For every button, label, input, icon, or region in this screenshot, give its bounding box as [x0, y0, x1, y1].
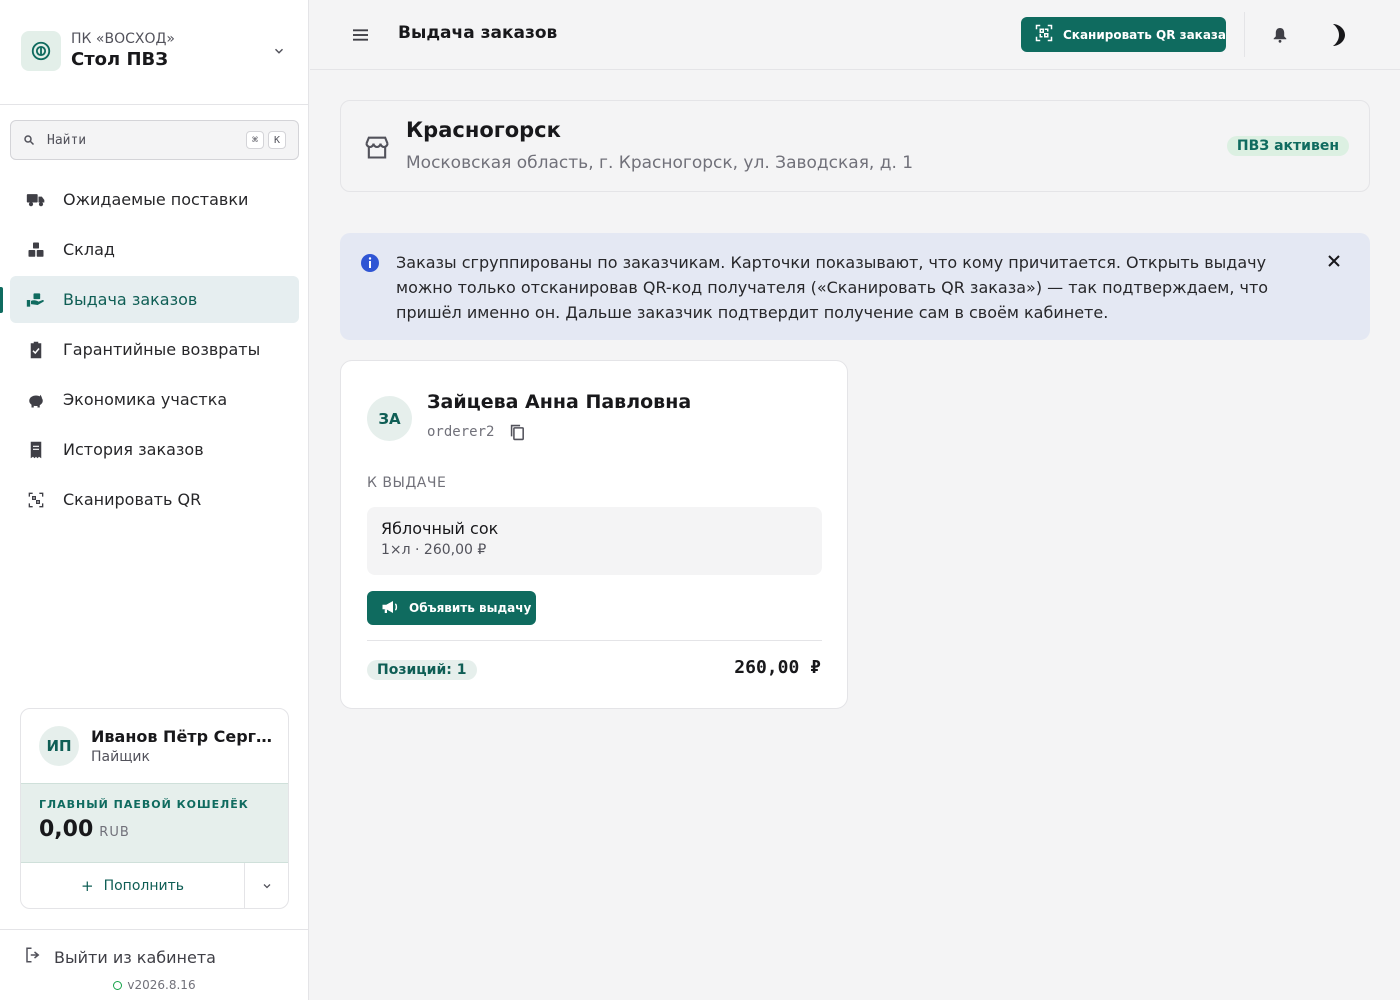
chevron-down-icon[interactable] — [269, 41, 289, 61]
truck-icon — [26, 190, 46, 210]
megaphone-icon — [381, 599, 399, 618]
hand-package-icon — [26, 290, 46, 310]
version-text: v2026.8.16 — [127, 978, 196, 992]
positions-badge: Позиций: 1 — [367, 660, 477, 680]
item-name: Яблочный сок — [381, 519, 499, 538]
shortcut-mod-key: ⌘ — [246, 131, 264, 149]
sidebar-item-label: Экономика участка — [63, 390, 228, 409]
status-badge: ПВЗ активен — [1226, 136, 1349, 156]
info-banner-text: Заказы сгруппированы по заказчикам. Карт… — [396, 253, 1269, 322]
wallet-balance: 0,00 — [39, 817, 94, 842]
piggy-bank-icon — [26, 390, 46, 410]
sidebar-item-label: Гарантийные возвраты — [63, 340, 261, 359]
info-icon — [360, 253, 380, 273]
pickup-point-address: Московская область, г. Красногорск, ул. … — [406, 153, 914, 173]
wallet-label: ГЛАВНЫЙ ПАЕВОЙ КОШЕЛЁК — [39, 798, 249, 811]
store-icon — [363, 133, 391, 161]
search-input[interactable]: Найти ⌘ K — [10, 120, 299, 160]
topup-label: Пополнить — [103, 878, 184, 894]
search-placeholder: Найти — [47, 132, 87, 148]
sidebar-item-label: Сканировать QR — [63, 490, 202, 509]
org-logo-icon — [21, 31, 61, 71]
customer-order-card: ЗА Зайцева Анна Павловна orderer2 К ВЫДА… — [340, 360, 848, 709]
sidebar-item-site-economics[interactable]: Экономика участка — [10, 376, 299, 423]
order-total: 260,00 ₽ — [734, 657, 821, 678]
user-name: Иванов Пётр Сергеевич — [91, 727, 281, 746]
org-title: Стол ПВЗ — [71, 49, 169, 70]
qr-scan-icon — [26, 490, 46, 510]
avatar: ИП — [39, 726, 79, 766]
wallet-panel: ГЛАВНЫЙ ПАЕВОЙ КОШЕЛЁК 0,00 RUB — [21, 783, 288, 863]
section-label: К ВЫДАЧЕ — [367, 475, 447, 491]
scan-qr-order-button[interactable]: Сканировать QR заказа — [1021, 17, 1226, 52]
sidebar-item-warehouse[interactable]: Склад — [10, 226, 299, 273]
wallet-menu-button[interactable] — [245, 863, 288, 908]
pickup-point-card: Красногорск Московская область, г. Красн… — [340, 100, 1370, 192]
receipt-icon — [26, 440, 46, 460]
qr-scan-icon — [1035, 24, 1053, 45]
menu-icon[interactable] — [350, 25, 370, 45]
chevron-down-icon — [261, 877, 273, 896]
org-name: ПК «ВОСХОД» — [71, 31, 175, 47]
sidebar-item-label: Выдача заказов — [63, 290, 198, 309]
divider — [367, 640, 822, 641]
search-icon — [23, 131, 35, 150]
info-banner: Заказы сгруппированы по заказчикам. Карт… — [340, 233, 1370, 340]
moon-icon[interactable] — [1326, 22, 1352, 48]
sidebar-item-order-history[interactable]: История заказов — [10, 426, 299, 473]
logout-button[interactable]: Выйти из кабинета — [24, 946, 216, 968]
close-icon[interactable] — [1324, 251, 1344, 271]
logout-icon — [24, 946, 42, 968]
user-profile[interactable]: ИП Иванов Пётр Сергеевич Пайщик — [21, 709, 288, 783]
customer-name: Зайцева Анна Павловна — [427, 391, 692, 413]
app-version: v2026.8.16 — [0, 978, 309, 992]
wallet-currency: RUB — [99, 825, 130, 840]
logout-label: Выйти из кабинета — [54, 947, 216, 967]
item-meta: 1×л · 260,00 ₽ — [381, 542, 487, 558]
sidebar-item-label: Склад — [63, 240, 115, 259]
page-title: Выдача заказов — [398, 23, 558, 43]
org-switcher[interactable]: ПК «ВОСХОД» Стол ПВЗ — [21, 29, 289, 73]
divider — [0, 104, 309, 105]
bell-icon[interactable] — [1270, 25, 1290, 45]
top-bar: Выдача заказов Сканировать QR заказа — [310, 0, 1400, 70]
sidebar-item-order-issue[interactable]: Выдача заказов — [0, 276, 299, 323]
sidebar-item-label: История заказов — [63, 440, 204, 459]
sidebar-item-scan-qr[interactable]: Сканировать QR — [10, 476, 299, 523]
status-dot-icon — [113, 980, 123, 990]
plus-icon: + — [81, 877, 94, 895]
pickup-point-city: Красногорск — [406, 118, 561, 142]
announce-issue-label: Объявить выдачу — [409, 601, 532, 615]
copy-icon[interactable] — [508, 423, 526, 441]
shortcut-key: K — [268, 131, 286, 149]
list-item: Яблочный сок 1×л · 260,00 ₽ — [367, 507, 822, 575]
user-role: Пайщик — [91, 749, 150, 765]
sidebar-item-expected-deliveries[interactable]: Ожидаемые поставки — [10, 176, 299, 223]
avatar: ЗА — [367, 396, 412, 441]
announce-issue-button[interactable]: Объявить выдачу — [367, 591, 536, 625]
boxes-icon — [26, 240, 46, 260]
divider — [1244, 12, 1245, 57]
scan-qr-order-label: Сканировать QR заказа — [1063, 27, 1226, 42]
customer-login: orderer2 — [427, 424, 495, 440]
sidebar-nav: Ожидаемые поставки Склад Выдача заказов … — [0, 176, 299, 526]
user-card: ИП Иванов Пётр Сергеевич Пайщик ГЛАВНЫЙ … — [20, 708, 289, 909]
sidebar-item-warranty-returns[interactable]: Гарантийные возвраты — [10, 326, 299, 373]
clipboard-check-icon — [26, 340, 46, 360]
sidebar: ПК «ВОСХОД» Стол ПВЗ Найти ⌘ K Ожидаемые… — [0, 0, 309, 1000]
topup-button[interactable]: + Пополнить — [21, 863, 245, 908]
divider — [0, 929, 309, 930]
sidebar-item-label: Ожидаемые поставки — [63, 190, 249, 209]
